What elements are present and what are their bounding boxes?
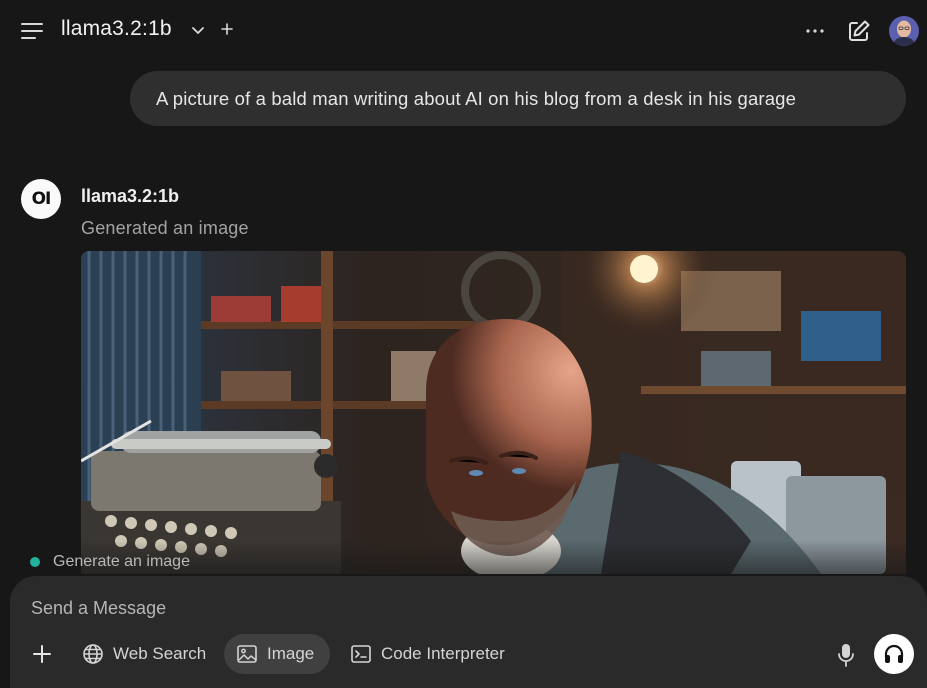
model-selector-label[interactable]: llama3.2:1b — [61, 17, 172, 41]
image-icon — [237, 645, 257, 663]
web-search-toggle[interactable]: Web Search — [70, 634, 218, 674]
terminal-icon — [351, 645, 371, 663]
image-label: Image — [267, 644, 315, 663]
assistant-avatar: OI — [21, 179, 61, 219]
voice-input-button[interactable] — [834, 642, 858, 668]
web-search-label: Web Search — [113, 644, 207, 663]
assistant-status-text: Generated an image — [81, 218, 249, 238]
new-chat-button[interactable] — [846, 18, 872, 44]
user-message-text: A picture of a bald man writing about AI… — [156, 88, 797, 109]
hamburger-icon — [21, 23, 43, 39]
user-avatar[interactable] — [889, 16, 919, 46]
image-toggle[interactable]: Image — [224, 634, 331, 674]
headphones-icon — [884, 644, 904, 663]
pencil-square-icon — [849, 20, 870, 41]
sidebar-toggle-button[interactable] — [20, 20, 44, 42]
model-selector-dropdown[interactable] — [190, 22, 206, 38]
user-message-bubble: A picture of a bald man writing about AI… — [130, 71, 906, 126]
tool-status-label: Generate an image — [53, 553, 190, 570]
top-bar: llama3.2:1b — [0, 0, 927, 62]
add-model-button[interactable] — [219, 21, 235, 37]
chevron-down-icon — [192, 27, 204, 34]
message-input[interactable] — [31, 594, 831, 622]
generated-image[interactable] — [81, 251, 906, 574]
more-options-button[interactable] — [803, 20, 827, 42]
microphone-icon — [838, 644, 854, 667]
code-interpreter-toggle[interactable]: Code Interpreter — [338, 634, 517, 674]
ellipsis-icon — [806, 29, 824, 33]
voice-mode-button[interactable] — [874, 634, 914, 674]
assistant-name: llama3.2:1b — [81, 186, 180, 206]
plus-icon — [33, 645, 51, 663]
tool-status-indicator: Generate an image — [30, 552, 190, 572]
message-composer: Web Search Image Code Interpreter — [10, 576, 927, 688]
globe-icon — [83, 644, 103, 664]
status-dot-icon — [30, 557, 40, 567]
plus-icon — [221, 23, 233, 35]
code-interpreter-label: Code Interpreter — [381, 644, 505, 663]
attach-button[interactable] — [29, 641, 55, 667]
